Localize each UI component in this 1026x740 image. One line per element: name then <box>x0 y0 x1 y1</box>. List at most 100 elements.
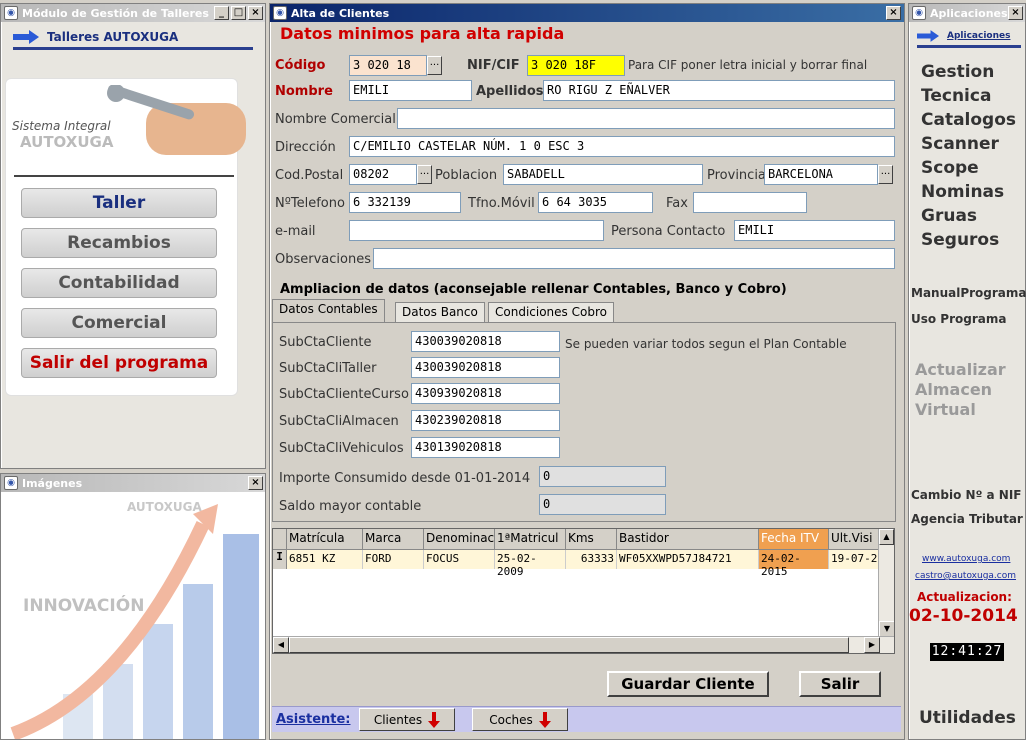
cell-kms[interactable]: 63333 <box>566 550 617 569</box>
link-nominas[interactable]: Nominas <box>921 182 1004 202</box>
col-denominacion[interactable]: Denominac <box>424 529 495 549</box>
main-window-titlebar[interactable]: ◉ Alta de Clientes × <box>270 4 904 22</box>
salir-button[interactable]: Salir <box>799 671 881 697</box>
subcta-cliente-curso-field[interactable]: 430939020818 <box>411 383 560 404</box>
link-scanner[interactable]: Scanner <box>921 134 999 154</box>
close-button[interactable]: × <box>886 6 901 20</box>
link-scope[interactable]: Scope <box>921 158 979 178</box>
talleres-link[interactable]: Talleres AUTOXUGA <box>47 30 178 44</box>
guardar-cliente-button[interactable]: Guardar Cliente <box>607 671 769 697</box>
col-kms[interactable]: Kms <box>566 529 617 549</box>
maximize-button[interactable]: □ <box>231 6 246 20</box>
cell-matricula[interactable]: 6851 KZ <box>287 550 363 569</box>
telefono-label: NºTelefono <box>275 196 345 211</box>
cell-matriculacion[interactable]: 25-02-2009 <box>495 550 566 578</box>
clientes-label: Clientes <box>373 712 423 727</box>
left-window-titlebar[interactable]: ◉ Módulo de Gestión de Talleres _ □ × <box>1 4 265 22</box>
aplicaciones-link[interactable]: Aplicaciones <box>947 31 1010 41</box>
menu-salir[interactable]: Salir del programa <box>21 348 217 378</box>
cod-postal-lookup-button[interactable]: ... <box>417 165 432 184</box>
scroll-thumb[interactable] <box>289 637 849 653</box>
scroll-right-button[interactable]: ▶ <box>864 637 880 653</box>
aplicaciones-header[interactable]: Aplicaciones <box>917 26 1021 48</box>
col-matricula[interactable]: Matrícula <box>287 529 363 549</box>
right-window-titlebar[interactable]: ◉ Aplicaciones × <box>909 4 1025 22</box>
subcta-cli-almacen-field[interactable]: 430239020818 <box>411 410 560 431</box>
tab-datos-banco[interactable]: Datos Banco <box>395 302 485 323</box>
nombre-comercial-label: Nombre Comercial <box>275 112 396 127</box>
col-ult-visita[interactable]: Ult.Visi <box>829 529 878 549</box>
subcta-cliente-field[interactable]: 430039020818 <box>411 331 560 352</box>
app-icon: ◉ <box>4 6 18 20</box>
uso-programa-link[interactable]: Uso Programa <box>911 312 1006 326</box>
coches-button[interactable]: Coches <box>472 708 568 731</box>
col-matriculacion[interactable]: 1ªMatricul <box>495 529 566 549</box>
tab-datos-contables[interactable]: Datos Contables <box>272 299 385 322</box>
subcta-cli-vehiculos-field[interactable]: 430139020818 <box>411 437 560 458</box>
fax-field[interactable] <box>693 192 807 213</box>
link-gestion[interactable]: Gestion <box>921 62 994 82</box>
table-row[interactable]: I 6851 KZ FORD FOCUS 25-02-2009 63333 WF… <box>273 550 878 578</box>
apellidos-field[interactable]: RO RIGU Z EÑALVER <box>543 80 895 101</box>
scroll-down-button[interactable]: ▼ <box>879 621 894 637</box>
telefono-field[interactable]: 6 332139 <box>349 192 461 213</box>
subcta-cli-taller-field[interactable]: 430039020818 <box>411 357 560 378</box>
close-button[interactable]: × <box>248 476 263 490</box>
link-catalogos[interactable]: Catalogos <box>921 110 1016 130</box>
subcta-cliente-label: SubCtaCliente <box>279 335 372 350</box>
col-marca[interactable]: Marca <box>363 529 424 549</box>
menu-recambios[interactable]: Recambios <box>21 228 217 258</box>
link-tecnica[interactable]: Tecnica <box>921 86 991 106</box>
email-link[interactable]: castro@autoxuga.com <box>915 571 1016 581</box>
codigo-field[interactable]: 3 020 18 <box>349 55 427 76</box>
talleres-header[interactable]: Talleres AUTOXUGA <box>13 26 253 50</box>
close-button[interactable]: × <box>248 6 263 20</box>
minimize-button[interactable]: _ <box>214 6 229 20</box>
scroll-up-button[interactable]: ▲ <box>879 529 894 545</box>
clientes-button[interactable]: Clientes <box>359 708 455 731</box>
tab-condiciones-cobro[interactable]: Condiciones Cobro <box>488 302 614 323</box>
cell-bastidor[interactable]: WF05XXWPD57J84721 <box>617 550 759 569</box>
nombre-comercial-field[interactable] <box>397 108 895 129</box>
actualizar-almacen-link[interactable]: Actualizar Almacen Virtual <box>915 360 1006 420</box>
vertical-scrollbar[interactable]: ▲ ▼ <box>878 529 894 637</box>
agencia-tributaria-link[interactable]: Agencia Tributar <box>911 512 1023 526</box>
direccion-field[interactable]: C/EMILIO CASTELAR NÚM. 1 0 ESC 3 <box>349 136 895 157</box>
horizontal-scrollbar[interactable]: ◀ ▶ <box>273 636 894 653</box>
manual-programa-link[interactable]: ManualPrograma <box>911 286 1026 300</box>
nombre-field[interactable]: EMILI <box>349 80 472 101</box>
cell-ult-visita[interactable]: 19-07-2 <box>829 550 878 569</box>
importe-label: Importe Consumido desde 01-01-2014 <box>279 471 531 486</box>
arrow-down-icon <box>428 711 441 728</box>
menu-taller[interactable]: Taller <box>21 188 217 218</box>
link-gruas[interactable]: Gruas <box>921 206 977 226</box>
email-field[interactable] <box>349 220 604 241</box>
cell-fecha-itv[interactable]: 24-02-2015 <box>759 550 829 578</box>
poblacion-field[interactable]: SABADELL <box>503 164 703 185</box>
close-button[interactable]: × <box>1008 6 1023 20</box>
cambio-nif-link[interactable]: Cambio Nº a NIF <box>911 488 1022 502</box>
movil-field[interactable]: 6 64 3035 <box>538 192 653 213</box>
col-fecha-itv[interactable]: Fecha ITV <box>759 529 829 549</box>
cod-postal-field[interactable]: 08202 <box>349 164 417 185</box>
web-link[interactable]: www.autoxuga.com <box>922 554 1010 564</box>
link-seguros[interactable]: Seguros <box>921 230 999 250</box>
cell-marca[interactable]: FORD <box>363 550 424 569</box>
scroll-left-button[interactable]: ◀ <box>273 637 289 653</box>
provincia-lookup-button[interactable]: ... <box>878 165 893 184</box>
persona-contacto-field[interactable]: EMILI <box>734 220 895 241</box>
row-marker: I <box>273 550 287 569</box>
vehicles-grid[interactable]: Matrícula Marca Denominac 1ªMatricul Kms… <box>272 528 895 654</box>
col-bastidor[interactable]: Bastidor <box>617 529 759 549</box>
cell-denominacion[interactable]: FOCUS <box>424 550 495 569</box>
observaciones-label: Observaciones <box>275 252 371 267</box>
provincia-field[interactable]: BARCELONA <box>764 164 878 185</box>
wrench-hand-icon <box>107 85 246 155</box>
images-window-titlebar[interactable]: ◉ Imágenes × <box>1 474 265 492</box>
utilidades-link[interactable]: Utilidades <box>919 708 1016 728</box>
menu-comercial[interactable]: Comercial <box>21 308 217 338</box>
observaciones-field[interactable] <box>373 248 895 269</box>
menu-contabilidad[interactable]: Contabilidad <box>21 268 217 298</box>
nif-field[interactable]: 3 020 18F <box>527 55 625 76</box>
codigo-lookup-button[interactable]: ... <box>427 56 442 75</box>
